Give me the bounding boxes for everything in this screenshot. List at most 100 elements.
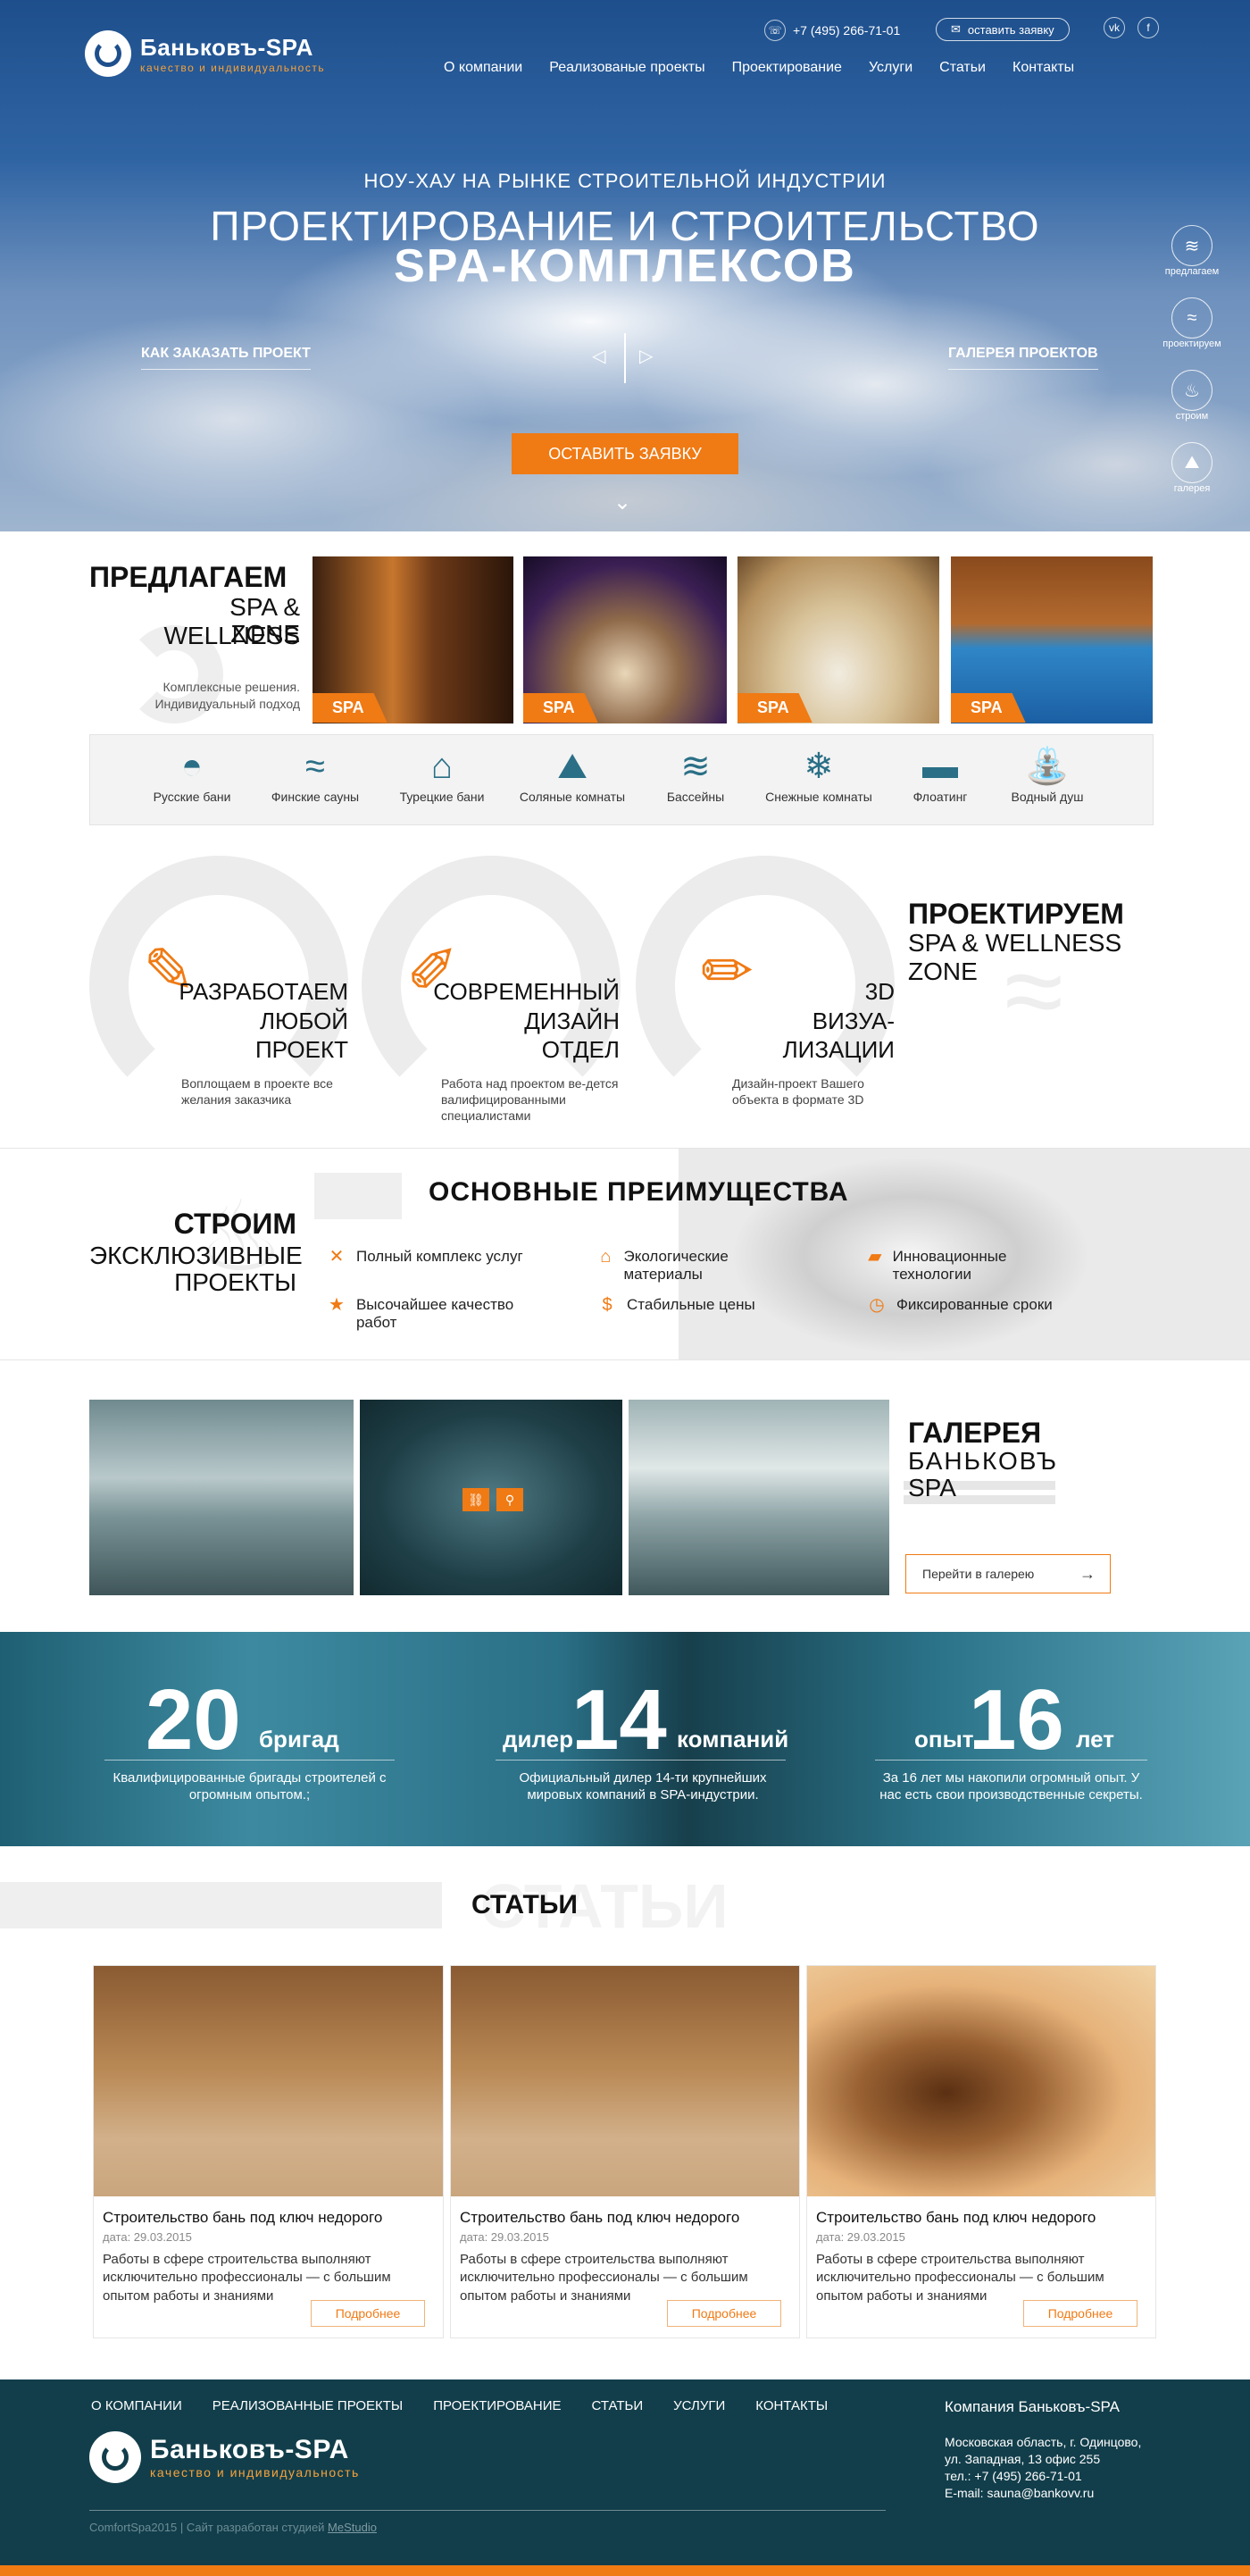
link-icon[interactable]: ⛓ xyxy=(462,1488,489,1511)
side-nav-design[interactable]: ≈ xyxy=(1171,297,1212,339)
article-date: дата: 29.03.2015 xyxy=(103,2230,192,2244)
nav-design[interactable]: Проектирование xyxy=(732,60,842,76)
category-label: Русские бани xyxy=(153,790,231,804)
gallery-photo-2[interactable] xyxy=(360,1400,622,1595)
footer-rule xyxy=(89,2510,886,2511)
bowl-icon: ◓ xyxy=(180,747,204,786)
facebook-icon[interactable]: f xyxy=(1138,17,1159,38)
vk-label: vk xyxy=(1109,21,1120,34)
stat-dealer-pre: дилер xyxy=(503,1726,574,1752)
nav-about[interactable]: О компании xyxy=(444,60,522,76)
footer-nav-projects[interactable]: РЕАЛИЗОВАННЫЕ ПРОЕКТЫ xyxy=(212,2398,403,2413)
stat-rule xyxy=(496,1760,786,1761)
side-nav-build[interactable]: ♨ xyxy=(1171,370,1212,411)
more-button[interactable]: Подробнее xyxy=(311,2300,425,2327)
article-title[interactable]: Строительство бань под ключ недорого xyxy=(816,2209,1155,2227)
category-salt[interactable]: ⛰ Соляные комнаты xyxy=(514,743,630,804)
category-finnish[interactable]: ≈ Финские сауны xyxy=(257,743,373,804)
feature-line: ПРОЕКТ xyxy=(254,1036,348,1063)
adv-title: ОСНОВНЫЕ ПРЕИМУЩЕСТВА xyxy=(429,1177,849,1207)
slider-next-icon[interactable]: ▷ xyxy=(639,345,653,367)
logo-drop-icon xyxy=(85,30,131,77)
hero-section: Баньковъ-SPA качество и индивидуальность… xyxy=(0,0,1250,531)
nav-projects[interactable]: Реализованые проекты xyxy=(549,60,704,76)
article-text: Работы в сфере строительства выполняют и… xyxy=(460,2252,748,2304)
feature-2-title: СОВРЕМЕННЫЙ ДИЗАЙН ОТДЕЛ xyxy=(402,977,620,1065)
footer-brand-tagline: качество и индивидуальность xyxy=(150,2465,360,2480)
footer-nav-contacts[interactable]: КОНТАКТЫ xyxy=(755,2398,828,2413)
article-title[interactable]: Строительство бань под ключ недорого xyxy=(103,2209,443,2227)
footer-phone[interactable]: тел.: +7 (495) 266-71-01 xyxy=(945,2468,1141,2485)
feature-line: ВИЗУА- xyxy=(812,1007,895,1034)
gallery-link[interactable]: ГАЛЕРЕЯ ПРОЕКТОВ xyxy=(948,346,1098,370)
gallery-button[interactable]: Перейти в галерею → xyxy=(905,1554,1111,1593)
wind-icon: ≈ xyxy=(1171,297,1212,339)
vk-icon[interactable]: vk xyxy=(1104,17,1125,38)
article-image[interactable] xyxy=(94,1966,443,2196)
stat-brigades-word: бригад xyxy=(259,1726,339,1752)
waves-icon: ≋ xyxy=(1171,225,1212,266)
category-label: Снежные комнаты xyxy=(765,790,872,804)
footer-nav-services[interactable]: УСЛУГИ xyxy=(673,2398,725,2413)
drill-icon: ▰ xyxy=(868,1247,882,1267)
category-turkish[interactable]: ⌂ Турецкие бани xyxy=(384,743,500,804)
footer-email[interactable]: E-mail: sauna@bankovv.ru xyxy=(945,2485,1141,2502)
star-icon: ★ xyxy=(329,1295,345,1315)
article-title[interactable]: Строительство бань под ключ недорого xyxy=(460,2209,799,2227)
slider-prev-icon[interactable]: ◁ xyxy=(592,345,605,367)
nav-services[interactable]: Услуги xyxy=(869,60,912,76)
category-shower[interactable]: ⛲ Водный душ xyxy=(989,743,1105,804)
turkish-bath-icon: ⌂ xyxy=(430,747,454,786)
stat-brigades-desc: Квалифицированные бригады строителей с о… xyxy=(112,1770,387,1802)
request-button[interactable]: ✉ оставить заявку xyxy=(936,18,1070,41)
article-date: дата: 29.03.2015 xyxy=(816,2230,905,2244)
adv-left-3: ПРОЕКТЫ xyxy=(174,1268,296,1296)
category-floating[interactable]: ▬ Флоатинг xyxy=(882,743,998,804)
footer-nav-design[interactable]: ПРОЕКТИРОВАНИЕ xyxy=(433,2398,561,2413)
side-nav-preset[interactable]: ≋ xyxy=(1171,225,1212,266)
feature-1-desc: Воплощаем в проекте все желания заказчик… xyxy=(181,1076,333,1108)
articles-decor xyxy=(0,1882,442,1928)
article-image[interactable] xyxy=(451,1966,799,2196)
article-card: Строительство бань под ключ недорого дат… xyxy=(93,1965,444,2338)
project-sub2: ZONE xyxy=(908,958,978,985)
category-russian[interactable]: ◓ Русские бани xyxy=(134,743,250,804)
footer-nav-articles[interactable]: СТАТЬИ xyxy=(592,2398,644,2413)
phone-icon: ☏ xyxy=(764,20,786,41)
brand-name: Баньковъ-SPA xyxy=(140,33,313,61)
hero-cta-button[interactable]: ОСТАВИТЬ ЗАЯВКУ xyxy=(512,433,738,474)
studio-link[interactable]: MeStudio xyxy=(328,2521,377,2534)
more-button[interactable]: Подробнее xyxy=(667,2300,781,2327)
category-pools[interactable]: ≋ Бассейны xyxy=(638,743,754,804)
stat-dealer-post: компаний xyxy=(677,1726,789,1752)
eco-house-icon: ⌂ xyxy=(600,1247,612,1267)
articles-title: СТАТЬИ xyxy=(471,1890,578,1919)
how-to-order-link[interactable]: КАК ЗАКАЗАТЬ ПРОЕКТ xyxy=(141,346,311,370)
adv-text: Экологические материалы xyxy=(623,1248,729,1283)
nav-contacts[interactable]: Контакты xyxy=(1012,60,1074,76)
feature-2-desc: Работа над проектом ве-дется валифициров… xyxy=(441,1076,619,1124)
gallery-photo-1[interactable] xyxy=(89,1400,354,1595)
footer-company: Компания Баньковъ-SPA xyxy=(945,2398,1120,2415)
gallery-photo-3[interactable] xyxy=(629,1400,889,1595)
slider-divider xyxy=(624,333,626,383)
adv-item: $ Стабильные цены xyxy=(596,1296,784,1314)
footer-logo[interactable]: Баньковъ-SPA качество и индивидуальность xyxy=(89,2431,360,2483)
logo-drop-icon xyxy=(89,2431,141,2483)
scroll-down-icon[interactable]: ⌄ xyxy=(613,489,631,515)
feature-line: ЛИЗАЦИИ xyxy=(782,1036,895,1063)
header-phone[interactable]: ☏ +7 (495) 266-71-01 xyxy=(764,20,900,41)
footer-nav-about[interactable]: О КОМПАНИИ xyxy=(91,2398,182,2413)
offer-title: ПРЕДЛАГАЕМ xyxy=(89,561,288,593)
stat-rule xyxy=(875,1760,1147,1761)
dollar-icon: $ xyxy=(602,1295,612,1315)
logo[interactable]: Баньковъ-SPA качество и индивидуальность xyxy=(85,30,325,77)
side-nav-gallery[interactable]: ⛰ xyxy=(1171,442,1212,483)
zoom-icon[interactable]: ⚲ xyxy=(496,1488,523,1511)
offer-desc: Комплексные решения. Индивидуальный подх… xyxy=(154,680,300,711)
article-card: Строительство бань под ключ недорого дат… xyxy=(450,1965,800,2338)
more-button[interactable]: Подробнее xyxy=(1023,2300,1138,2327)
nav-articles[interactable]: Статьи xyxy=(939,60,986,76)
category-snow[interactable]: ❄ Снежные комнаты xyxy=(761,743,877,804)
article-image[interactable] xyxy=(807,1966,1155,2196)
